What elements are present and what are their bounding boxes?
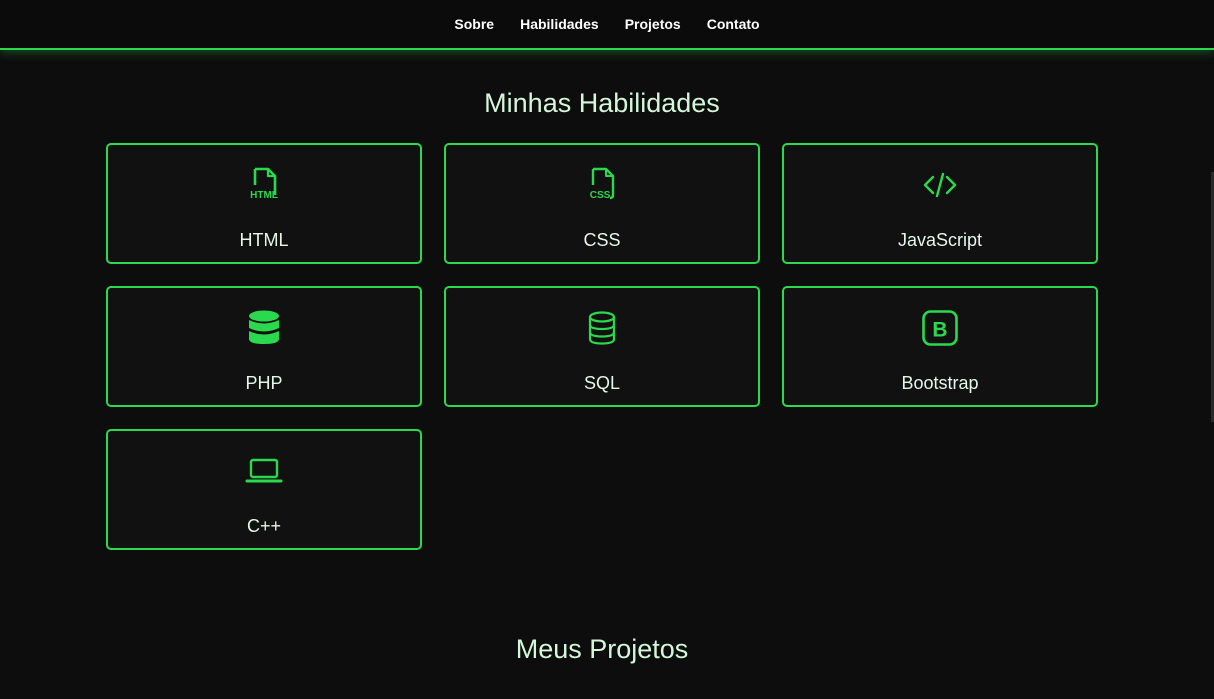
database-outline-icon (582, 308, 622, 348)
nav-link-sobre[interactable]: Sobre (441, 16, 507, 32)
svg-text:HTML: HTML (250, 190, 278, 201)
html-file-icon: HTML (244, 165, 284, 205)
nav-link-projetos[interactable]: Projetos (612, 16, 694, 32)
skill-label-php: PHP (245, 373, 283, 393)
skill-label-sql: SQL (583, 373, 621, 393)
bootstrap-icon: B (920, 308, 960, 348)
skills-section-title: Minhas Habilidades (484, 88, 720, 118)
skill-label-css: CSS (583, 230, 621, 250)
skill-label-cpp: C++ (246, 516, 282, 536)
skill-label-bootstrap: Bootstrap (901, 373, 979, 393)
skills-grid: HTML HTML CSS CSS JavaScript PHP SQL B B… (106, 143, 1098, 550)
projects-section-title: Meus Projetos (515, 634, 689, 664)
nav-links: Sobre Habilidades Projetos Contato (441, 16, 772, 32)
css-file-icon: CSS (582, 165, 622, 205)
skill-card-javascript: JavaScript (782, 143, 1098, 264)
nav-link-habilidades[interactable]: Habilidades (507, 16, 612, 32)
top-navbar: Sobre Habilidades Projetos Contato (0, 0, 1214, 50)
skill-card-css: CSS CSS (444, 143, 760, 264)
svg-text:B: B (932, 319, 947, 342)
database-filled-icon (244, 308, 284, 348)
nav-link-contato[interactable]: Contato (694, 16, 773, 32)
skill-card-bootstrap: B Bootstrap (782, 286, 1098, 407)
svg-text:CSS: CSS (590, 190, 611, 201)
skill-card-sql: SQL (444, 286, 760, 407)
laptop-icon (244, 451, 284, 491)
skill-label-html: HTML (239, 230, 289, 250)
skill-label-javascript: JavaScript (897, 230, 983, 250)
code-icon (920, 165, 960, 205)
skill-card-cpp: C++ (106, 429, 422, 550)
skill-card-html: HTML HTML (106, 143, 422, 264)
skill-card-php: PHP (106, 286, 422, 407)
